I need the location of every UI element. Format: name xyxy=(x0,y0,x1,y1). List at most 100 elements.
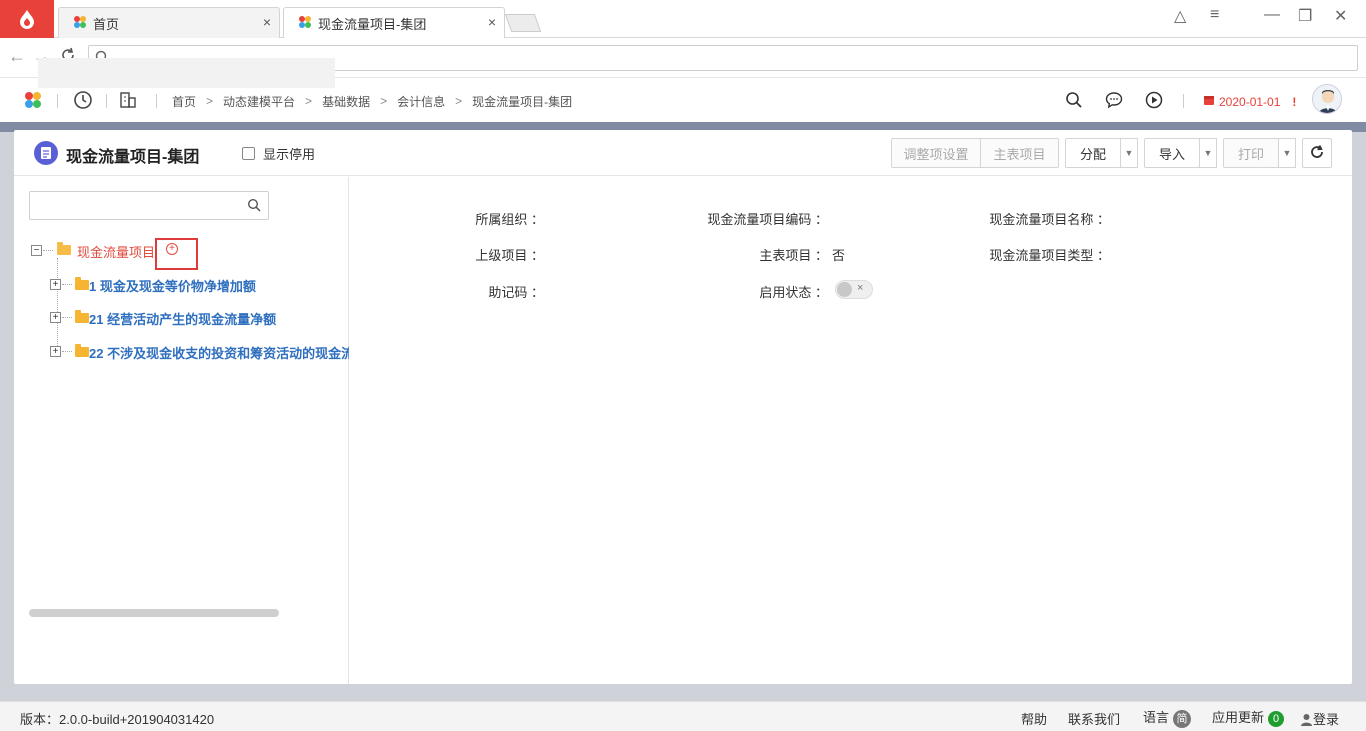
close-icon[interactable]: × xyxy=(263,14,271,30)
org-icon[interactable] xyxy=(119,91,137,112)
assign-dropdown-icon[interactable]: ▼ xyxy=(1120,138,1138,168)
document-icon xyxy=(34,141,58,165)
expand-toggle[interactable]: + xyxy=(50,312,61,323)
folder-icon xyxy=(75,344,89,357)
current-date[interactable]: 2020-01-01 ! xyxy=(1203,94,1296,109)
tab-home[interactable]: 首页 × xyxy=(58,7,280,38)
assign-button[interactable]: 分配 xyxy=(1065,138,1121,168)
user-icon xyxy=(1300,713,1313,729)
main-item-label: 主表项目 ： xyxy=(759,248,828,263)
expand-toggle[interactable]: + xyxy=(50,346,61,357)
tree-item[interactable]: 22 不涉及现金收支的投资和筹资活动的现金流 xyxy=(89,343,349,362)
chat-icon[interactable] xyxy=(1105,91,1123,112)
updates-label: 应用更新 xyxy=(1212,710,1265,725)
new-tab-button[interactable] xyxy=(504,14,542,32)
status-label: 启用状态 ： xyxy=(759,285,828,300)
app-logo-icon xyxy=(298,15,312,32)
folder-icon xyxy=(57,242,71,255)
folder-icon xyxy=(75,310,89,323)
breadcrumb-separator: > xyxy=(305,94,313,108)
main-panel: 现金流量项目-集团 显示停用 调整项设置 主表项目 分配 ▼ 导入 ▼ 打印 ▼ xyxy=(14,130,1352,684)
tab-cash-flow[interactable]: 现金流量项目-集团 × xyxy=(283,7,505,38)
search-icon[interactable] xyxy=(1065,91,1083,112)
avatar[interactable] xyxy=(1312,84,1342,114)
add-node-icon[interactable]: + xyxy=(166,243,178,255)
language-label: 语言 xyxy=(1143,710,1170,725)
breadcrumb-basic-data[interactable]: 基础数据 xyxy=(322,93,370,110)
menu-icon[interactable]: ≡ xyxy=(1210,6,1219,24)
page-title: 现金流量项目-集团 xyxy=(66,149,200,166)
minimize-icon[interactable]: — xyxy=(1264,6,1280,24)
import-dropdown-icon[interactable]: ▼ xyxy=(1199,138,1217,168)
tree-root-label[interactable]: 现金流量项目 xyxy=(77,242,155,261)
show-disabled-label: 显示停用 xyxy=(263,147,316,162)
close-window-icon[interactable]: ✕ xyxy=(1334,6,1347,26)
breadcrumb-platform[interactable]: 动态建模平台 xyxy=(223,93,295,110)
version-text: 版本：2.0.0-build+201904031420 xyxy=(20,712,215,727)
app-logo-icon[interactable] xyxy=(23,90,43,113)
breadcrumb-separator: > xyxy=(380,94,388,108)
login-link[interactable]: 登录 xyxy=(1300,709,1339,729)
maximize-icon[interactable]: ❐ xyxy=(1298,6,1312,26)
breadcrumb-separator: > xyxy=(206,94,214,108)
footer: 版本：2.0.0-build+201904031420 帮助 联系我们 语言简 … xyxy=(0,701,1366,731)
app-logo-icon xyxy=(73,15,87,32)
main-item-value: 否 xyxy=(832,248,846,263)
toggle-off-icon: × xyxy=(857,282,864,294)
tab-label: 现金流量项目-集团 xyxy=(318,16,427,32)
tree-connector xyxy=(62,351,72,352)
language-switch[interactable]: 语言简 xyxy=(1143,707,1192,728)
collapse-icon[interactable]: △ xyxy=(1174,6,1186,26)
breadcrumb-home[interactable]: 首页 xyxy=(172,93,196,110)
collapse-toggle[interactable]: − xyxy=(31,245,42,256)
refresh-icon xyxy=(1309,144,1325,163)
print-button[interactable]: 打印 xyxy=(1223,138,1279,168)
tree-item[interactable]: 21 经营活动产生的现金流量净额 xyxy=(89,309,349,328)
help-link[interactable]: 帮助 xyxy=(1021,709,1047,728)
date-text: 2020-01-01 xyxy=(1219,94,1281,109)
expand-toggle[interactable]: + xyxy=(50,279,61,290)
import-button[interactable]: 导入 xyxy=(1144,138,1200,168)
play-icon[interactable] xyxy=(1145,91,1163,112)
breadcrumb-separator: > xyxy=(455,94,463,108)
tab-label: 首页 xyxy=(93,16,120,32)
tree-connector xyxy=(62,317,72,318)
browser-logo-icon[interactable] xyxy=(0,0,54,38)
name-label: 现金流量项目名称 ： xyxy=(989,212,1110,227)
adjust-settings-button[interactable]: 调整项设置 xyxy=(891,138,981,168)
tree-item[interactable]: 1 现金及现金等价物净增加额 xyxy=(89,276,349,295)
back-icon[interactable]: ← xyxy=(8,46,26,67)
browser-tabbar: 首页 × 现金流量项目-集团 × △ ≡ — ❐ ✕ xyxy=(0,0,1366,38)
history-icon[interactable] xyxy=(73,90,93,113)
refresh-button[interactable] xyxy=(1302,138,1332,168)
breadcrumb-current: 现金流量项目-集团 xyxy=(472,94,573,109)
contact-link[interactable]: 联系我们 xyxy=(1068,709,1120,728)
tree-connector xyxy=(57,258,58,354)
tree-connector xyxy=(43,250,53,251)
login-label: 登录 xyxy=(1313,712,1340,727)
org-label: 所属组织 ： xyxy=(475,212,544,227)
calendar-icon xyxy=(1203,94,1215,109)
tree-search-input[interactable] xyxy=(29,191,269,220)
main-table-button[interactable]: 主表项目 xyxy=(981,138,1059,168)
language-badge: 简 xyxy=(1173,709,1192,728)
updates-badge: 0 xyxy=(1268,710,1285,727)
close-icon[interactable]: × xyxy=(488,14,496,30)
panel-header: 现金流量项目-集团 显示停用 调整项设置 主表项目 分配 ▼ 导入 ▼ 打印 ▼ xyxy=(14,130,1352,176)
mnemonic-label: 助记码 ： xyxy=(488,285,544,300)
updates-link[interactable]: 应用更新 0 xyxy=(1212,707,1285,727)
show-disabled-checkbox[interactable] xyxy=(242,147,255,160)
tree-connector xyxy=(62,284,72,285)
breadcrumb-accounting[interactable]: 会计信息 xyxy=(397,93,445,110)
tree-scrollbar[interactable] xyxy=(29,609,279,617)
toggle-knob xyxy=(837,282,852,297)
add-node-highlight xyxy=(155,238,198,270)
tree-root-row[interactable] xyxy=(38,58,335,88)
search-icon[interactable] xyxy=(247,198,261,215)
print-dropdown-icon[interactable]: ▼ xyxy=(1278,138,1296,168)
date-alert: ! xyxy=(1292,94,1297,109)
parent-label: 上级项目 ： xyxy=(475,248,544,263)
type-label: 现金流量项目类型 ： xyxy=(989,248,1110,263)
folder-icon xyxy=(75,277,89,290)
status-toggle[interactable]: × xyxy=(835,280,873,299)
